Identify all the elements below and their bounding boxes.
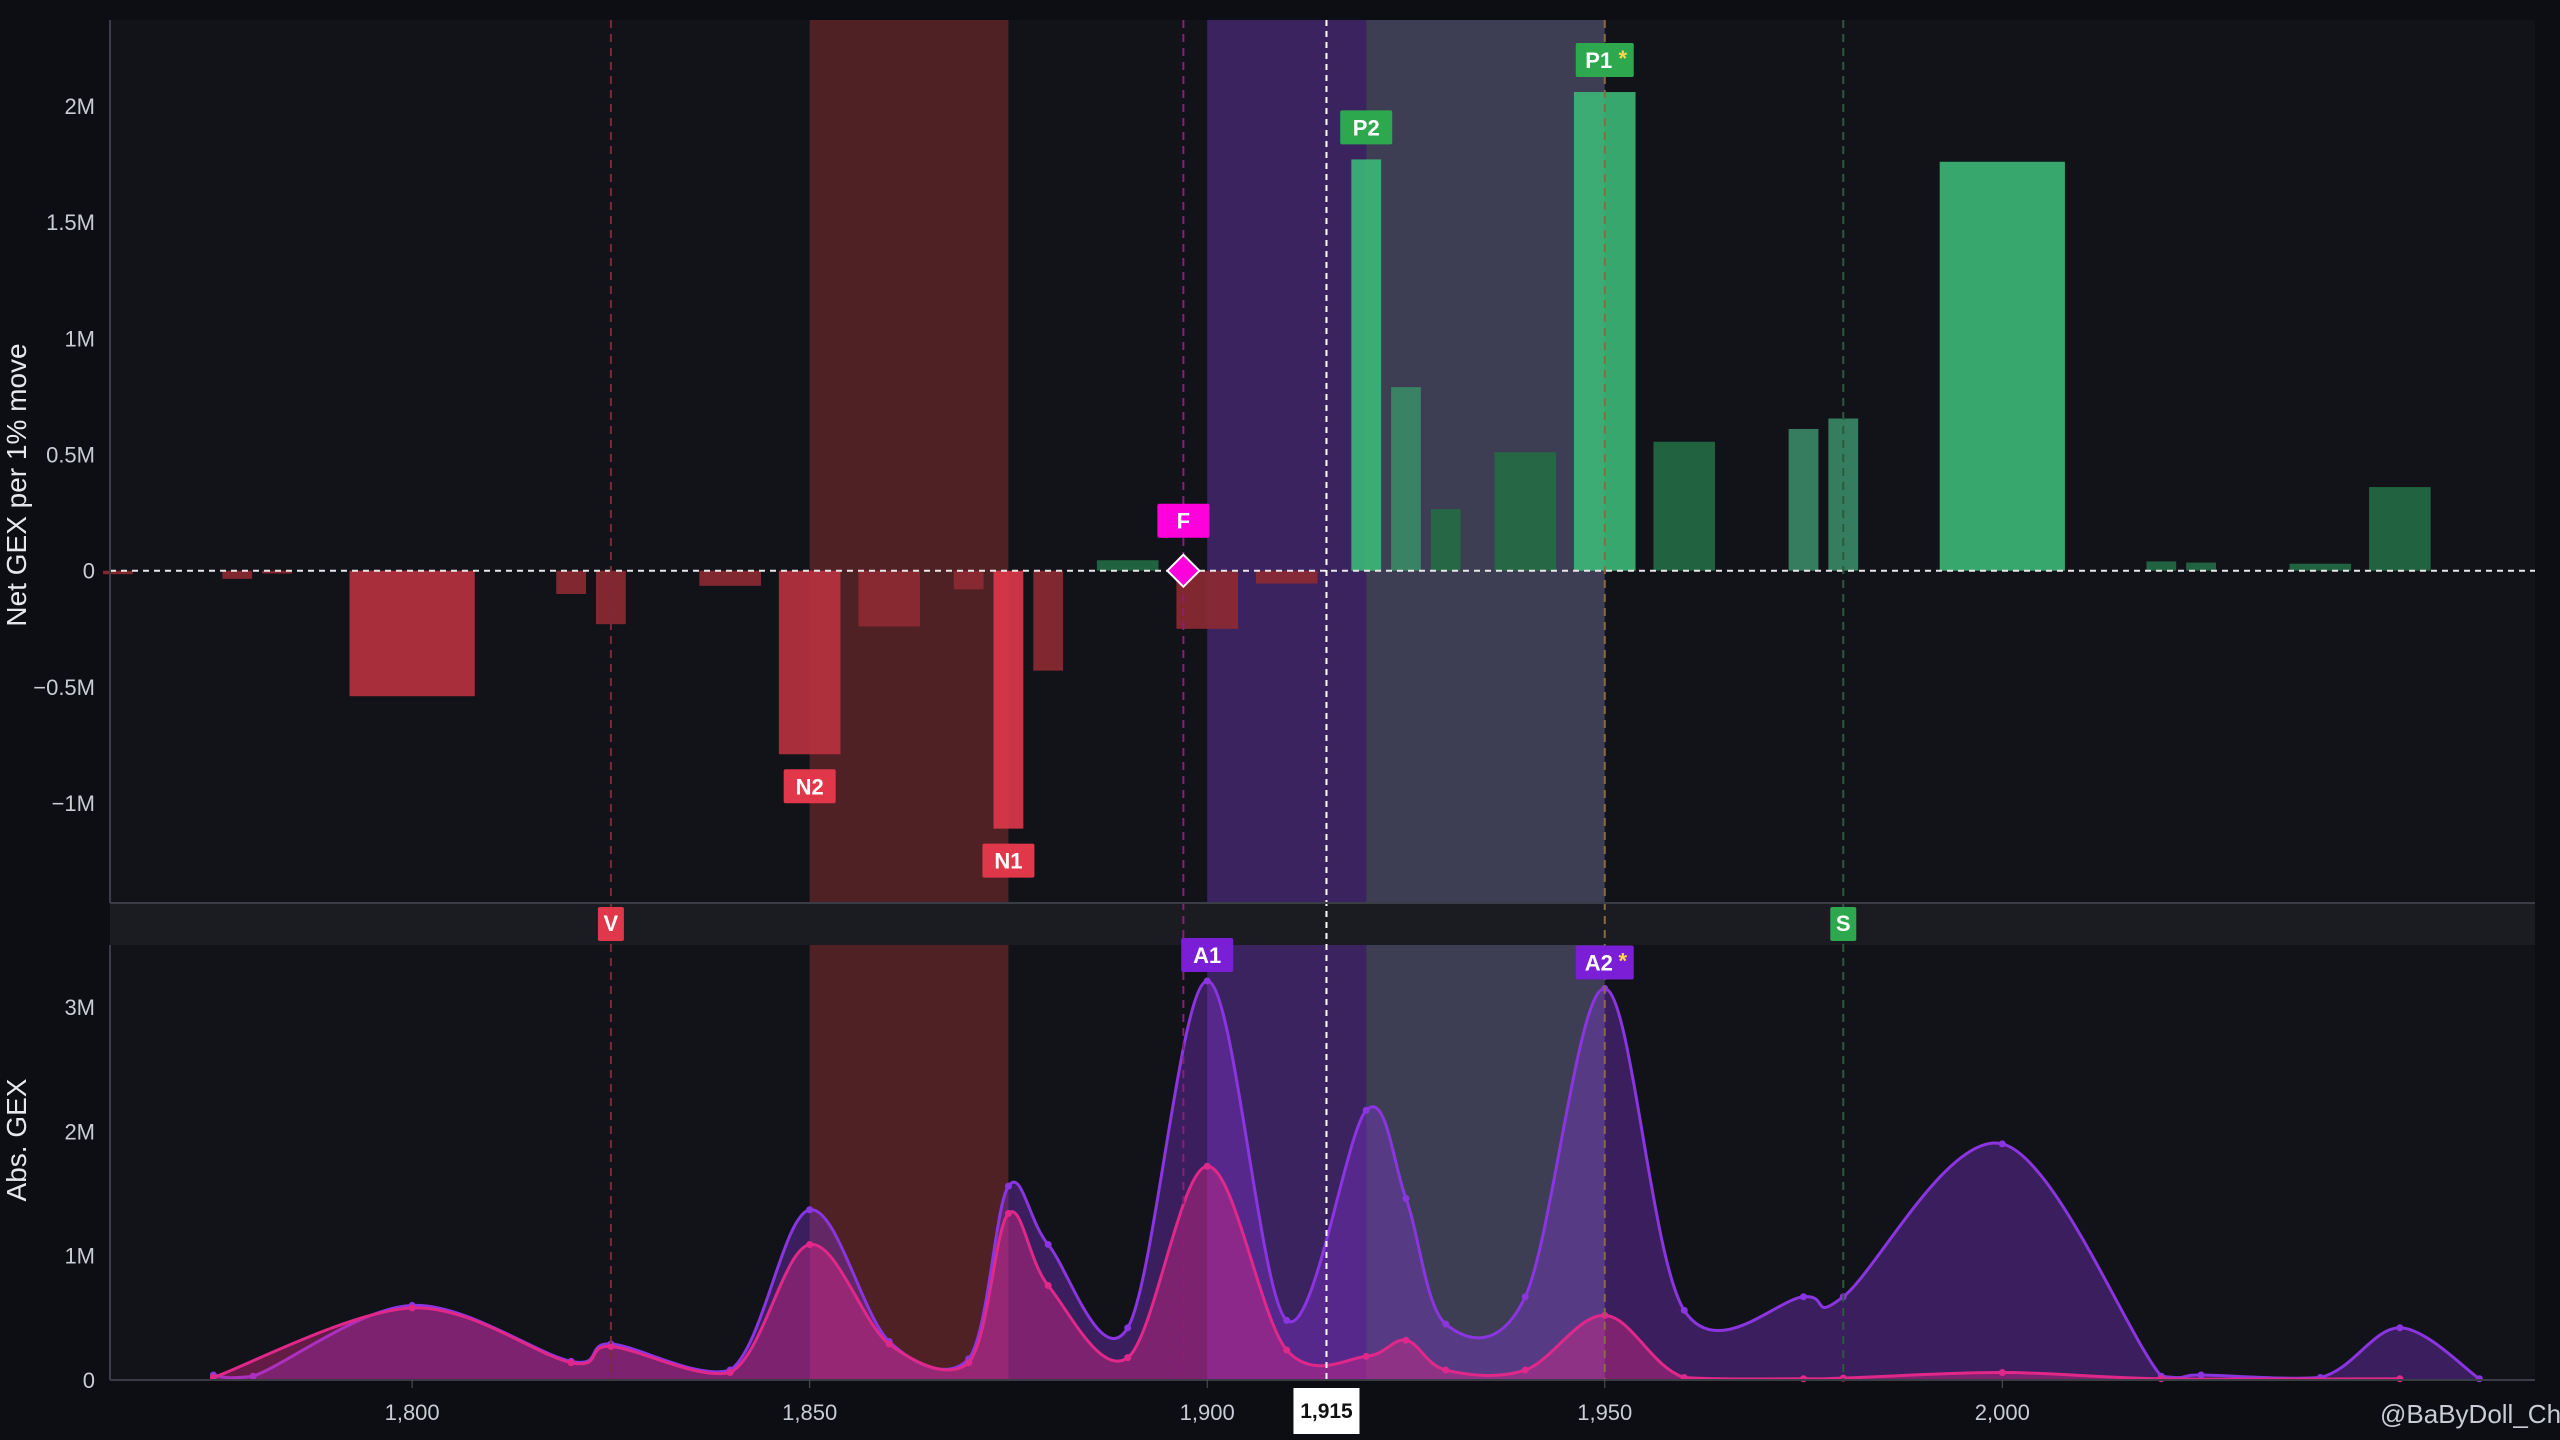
spot-label: 1,915 — [1300, 1400, 1353, 1423]
top-y-axis-label: Net GEX per 1% move — [1, 343, 32, 626]
bar — [2289, 563, 2352, 571]
marker-label: N1 — [994, 849, 1022, 874]
bar — [1939, 161, 2065, 571]
area-point — [965, 1359, 973, 1367]
area-point — [2157, 1375, 2165, 1383]
area-point — [1680, 1306, 1688, 1314]
abs-marker-label: A1 — [1193, 943, 1221, 968]
area-point — [885, 1340, 893, 1348]
area-point — [726, 1369, 734, 1377]
area-point — [1283, 1346, 1291, 1354]
bar — [1653, 441, 1716, 571]
x-tick-label: 1,800 — [385, 1400, 440, 1425]
bar — [953, 570, 984, 590]
marker-label: F — [1177, 509, 1190, 534]
bottom-y-tick-label: 3M — [64, 995, 95, 1020]
gex-chart: 2M 1.5M 1M 0.5M 0 −0.5M −1M 3M 2M 1M 0 1,800 1,850 1,… — [0, 0, 2560, 1440]
area-point — [2396, 1375, 2404, 1383]
bar — [1255, 570, 1318, 584]
area-point — [806, 1206, 814, 1214]
area-point — [1203, 1162, 1211, 1170]
bar — [222, 570, 253, 579]
bar — [699, 570, 761, 586]
x-tick-label: 2,000 — [1975, 1400, 2030, 1425]
zone-band — [809, 20, 1009, 903]
area-point — [1442, 1320, 1450, 1328]
bar — [2146, 561, 2177, 571]
bar — [556, 570, 587, 594]
bar — [2369, 487, 2431, 571]
top-y-tick-label: 0.5M — [46, 443, 95, 468]
top-y-tick-label: 2M — [64, 94, 95, 119]
area-point — [1442, 1366, 1450, 1374]
bottom-y-tick-label: 2M — [64, 1119, 95, 1144]
area-point — [806, 1241, 814, 1249]
abs-marker-label: A2 — [1585, 951, 1613, 976]
guide-tag-label: V — [604, 911, 619, 936]
area-point — [1203, 977, 1211, 985]
top-y-tick-label: 1M — [64, 326, 95, 351]
marker-star: * — [1618, 46, 1627, 71]
bar — [993, 570, 1024, 829]
marker-label: P1 — [1585, 48, 1612, 73]
area-point — [1521, 1366, 1529, 1374]
bar — [778, 570, 841, 755]
area-point — [1521, 1293, 1529, 1301]
marker-label: P2 — [1353, 115, 1380, 140]
bar — [349, 570, 475, 697]
bar — [1494, 452, 1557, 571]
top-y-tick-label: 0 — [83, 559, 95, 584]
x-tick-label: 1,950 — [1577, 1400, 1632, 1425]
bar — [103, 570, 133, 575]
area-point — [1044, 1282, 1052, 1290]
area-point — [2197, 1371, 2205, 1379]
watermark: @BaByDoll_Ch — [2380, 1399, 2560, 1429]
area-point — [1362, 1352, 1370, 1360]
zone-band — [1207, 20, 1367, 903]
bottom-y-axis-label: Abs. GEX — [1, 1078, 32, 1201]
bottom-y-tick-label: 1M — [64, 1244, 95, 1269]
bar — [1788, 428, 1819, 571]
area-point — [1004, 1209, 1012, 1217]
x-tick-label: 1,900 — [1180, 1400, 1235, 1425]
area-point — [2396, 1324, 2404, 1332]
bottom-y-tick-label: 0 — [83, 1368, 95, 1393]
area-point — [1044, 1241, 1052, 1249]
area-point — [1402, 1195, 1410, 1203]
area-point — [1362, 1106, 1370, 1114]
separator-strip — [110, 903, 2535, 945]
area-point — [1004, 1182, 1012, 1190]
abs-marker-star: * — [1618, 949, 1627, 974]
bar — [2186, 562, 2216, 571]
area-point — [2475, 1375, 2483, 1383]
area-point — [1283, 1316, 1291, 1324]
area-point — [1998, 1369, 2006, 1377]
marker-label: N2 — [796, 774, 824, 799]
guide-tag-label: S — [1836, 911, 1851, 936]
bar — [1096, 560, 1159, 571]
area-point — [1402, 1336, 1410, 1344]
area-point — [1998, 1140, 2006, 1148]
area-point — [1124, 1354, 1132, 1362]
area-point — [1124, 1324, 1132, 1332]
area-point — [1800, 1293, 1808, 1301]
top-y-tick-label: 1.5M — [46, 210, 95, 235]
area-point — [408, 1304, 416, 1312]
top-y-tick-label: −1M — [52, 791, 95, 816]
bar — [1351, 159, 1382, 571]
bar — [858, 570, 920, 627]
area-point — [1800, 1375, 1808, 1383]
bar — [1430, 509, 1461, 571]
x-tick-label: 1,850 — [782, 1400, 837, 1425]
area-point — [567, 1359, 575, 1367]
top-y-tick-label: −0.5M — [33, 675, 95, 700]
bar — [1391, 387, 1421, 571]
bar — [1033, 570, 1064, 671]
